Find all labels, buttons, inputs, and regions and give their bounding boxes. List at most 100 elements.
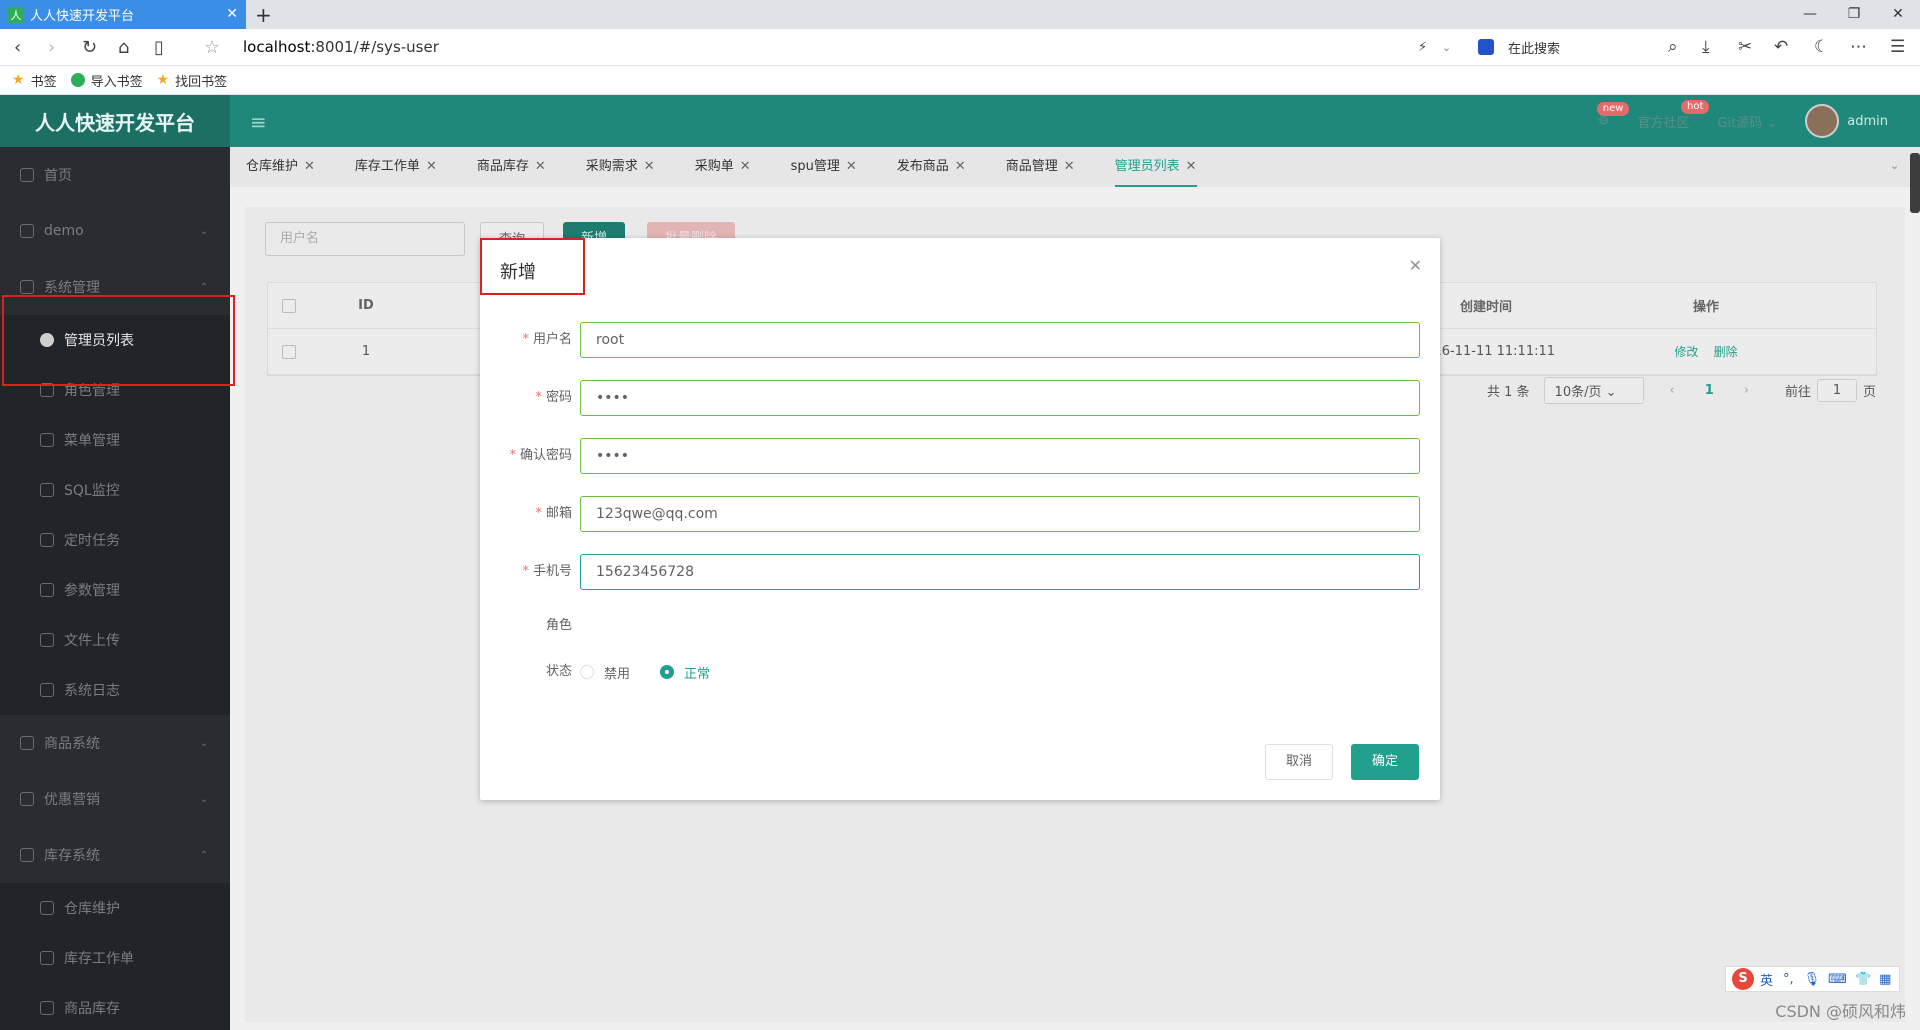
close-window-icon[interactable]: ✕ (1876, 0, 1920, 29)
gear-icon (20, 280, 34, 294)
page-tab[interactable]: 采购需求 ✕ (586, 147, 655, 187)
user-menu[interactable]: admin (1805, 104, 1888, 138)
close-tab-icon[interactable]: ✕ (1064, 159, 1075, 174)
password-field[interactable]: •••• (580, 380, 1420, 416)
sidebar-item[interactable]: 商品库存 (0, 983, 230, 1030)
delete-link[interactable]: 删除 (1714, 345, 1738, 359)
close-tab-icon[interactable]: ✕ (740, 159, 751, 174)
row-checkbox[interactable] (282, 344, 296, 359)
night-mode-icon[interactable]: ☾ (1814, 37, 1829, 57)
settings-link[interactable]: ⚙ new (1596, 101, 1630, 129)
punctuation-icon[interactable]: °, (1783, 972, 1794, 987)
close-tab-icon[interactable]: ✕ (1186, 159, 1197, 174)
page-tab[interactable]: 管理员列表 ✕ (1114, 147, 1197, 187)
keyboard-icon[interactable]: ⌨ (1828, 972, 1847, 987)
sidebar-item[interactable]: 仓库维护 (0, 883, 230, 933)
page-tab[interactable]: 发布商品 ✕ (897, 147, 966, 187)
cancel-button[interactable]: 取消 (1265, 744, 1334, 780)
sidebar-item[interactable]: 商品系统 ⌄ (0, 715, 230, 771)
apps-icon[interactable]: ▦ (1879, 972, 1891, 987)
status-normal-radio[interactable]: 正常 (660, 663, 710, 682)
role-label: 角色 (545, 618, 572, 633)
sidebar-item[interactable]: 优惠营销 ⌄ (0, 771, 230, 827)
sidebar-item[interactable]: 库存系统 ⌃ (0, 827, 230, 883)
sidebar-item[interactable]: 系统日志 (0, 665, 230, 715)
close-tab-icon[interactable]: ✕ (846, 159, 857, 174)
sidebar-item[interactable]: 定时任务 (0, 515, 230, 565)
page-tab[interactable]: 库存工作单 ✕ (355, 147, 437, 187)
username-field[interactable]: root (580, 322, 1420, 358)
undo-icon[interactable]: ↶ (1774, 37, 1788, 57)
page-tab[interactable]: 仓库维护 ✕ (246, 147, 315, 187)
more-icon[interactable]: ⋯ (1850, 37, 1867, 57)
close-tab-icon[interactable]: ✕ (644, 159, 655, 174)
menu-icon[interactable]: ☰ (1890, 37, 1905, 57)
lightning-icon[interactable]: ⚡ (1418, 40, 1427, 55)
prev-page-icon[interactable]: ‹ (1670, 383, 1675, 398)
scissors-icon[interactable]: ✂ (1738, 37, 1752, 57)
phone-field[interactable]: 15623456728 (580, 554, 1420, 590)
browser-tab[interactable]: 人 人人快速开发平台 ✕ (0, 0, 246, 29)
sidebar-item[interactable]: 文件上传 (0, 615, 230, 665)
ime-language[interactable]: 英 (1760, 970, 1773, 989)
reload-icon[interactable]: ↻ (82, 37, 97, 58)
chevron-icon: ⌄ (199, 793, 208, 805)
page-tab[interactable]: 商品管理 ✕ (1006, 147, 1075, 187)
download-icon[interactable]: ⤓ (1702, 37, 1710, 57)
mic-icon[interactable]: 🎙 (1804, 972, 1821, 987)
watermark: CSDN @硕风和炜 (1775, 1002, 1906, 1021)
edit-link[interactable]: 修改 (1674, 345, 1698, 359)
home-icon[interactable]: ⌂ (118, 37, 129, 58)
page-tab[interactable]: 采购单 ✕ (695, 147, 751, 187)
sidebar-item-label: 优惠营销 (44, 792, 100, 808)
chevron-down-icon[interactable]: ⌄ (1442, 41, 1451, 54)
close-tab-icon[interactable]: ✕ (226, 6, 238, 22)
page-number[interactable]: 1 (1705, 383, 1714, 398)
skin-icon[interactable]: 👕 (1855, 972, 1871, 987)
url-field[interactable]: localhost:8001/#/sys-user (243, 38, 439, 56)
confirm-button[interactable]: 确定 (1351, 744, 1420, 780)
close-tab-icon[interactable]: ✕ (955, 159, 966, 174)
goto-page-input[interactable]: 1 (1817, 379, 1858, 402)
username-filter-input[interactable]: 用户名 (265, 222, 465, 256)
hamburger-icon[interactable]: ≡ (250, 110, 267, 134)
reader-icon[interactable]: ▯ (154, 37, 164, 58)
community-link[interactable]: 官方社区 hot (1637, 99, 1710, 131)
scrollbar[interactable] (1910, 153, 1920, 213)
bookmark-item[interactable]: ★ 书签 (12, 71, 57, 90)
sidebar-item[interactable]: demo ⌄ (0, 203, 230, 259)
sidebar-item-label: 菜单管理 (64, 433, 120, 449)
restore-icon[interactable]: ❐ (1832, 0, 1876, 29)
sidebar-item-label: 定时任务 (64, 533, 120, 549)
minimize-icon[interactable]: — (1788, 0, 1832, 29)
email-field[interactable]: 123qwe@qq.com (580, 496, 1420, 532)
close-tab-icon[interactable]: ✕ (304, 159, 315, 174)
git-link[interactable]: Git源码 ⌄ (1717, 112, 1777, 131)
forward-icon[interactable]: › (48, 37, 55, 58)
page-tab[interactable]: 商品库存 ✕ (477, 147, 546, 187)
next-page-icon[interactable]: › (1744, 383, 1749, 398)
search-icon[interactable]: ⌕ (1668, 37, 1678, 57)
page-tab[interactable]: spu管理 ✕ (791, 147, 857, 187)
back-icon[interactable]: ‹ (14, 37, 21, 58)
sidebar-item[interactable]: 参数管理 (0, 565, 230, 615)
bookmark-star-icon[interactable]: ☆ (204, 37, 220, 58)
sidebar-item[interactable]: 首页 (0, 147, 230, 203)
page-size-select[interactable]: 10条/页 ⌄ (1543, 377, 1644, 404)
search-box[interactable]: 在此搜索 (1478, 35, 1688, 59)
close-tab-icon[interactable]: ✕ (426, 159, 437, 174)
select-all-checkbox[interactable] (282, 298, 296, 313)
status-disabled-radio[interactable]: 禁用 (580, 663, 630, 682)
chevron-icon: ⌄ (199, 225, 208, 237)
close-tab-icon[interactable]: ✕ (535, 159, 546, 174)
sidebar-item[interactable]: 菜单管理 (0, 415, 230, 465)
bookmark-item[interactable]: ★ 找回书签 (157, 71, 228, 90)
new-tab-icon[interactable]: + (255, 3, 272, 27)
confirm-password-field[interactable]: •••• (580, 438, 1420, 474)
bookmark-item[interactable]: 导入书签 (70, 71, 143, 90)
tabs-dropdown-icon[interactable]: ⌄ (1890, 159, 1906, 172)
sidebar-item[interactable]: SQL监控 (0, 465, 230, 515)
close-icon[interactable]: ✕ (1409, 256, 1422, 275)
sogou-logo-icon[interactable]: S (1732, 968, 1754, 990)
sidebar-item[interactable]: 库存工作单 (0, 933, 230, 983)
